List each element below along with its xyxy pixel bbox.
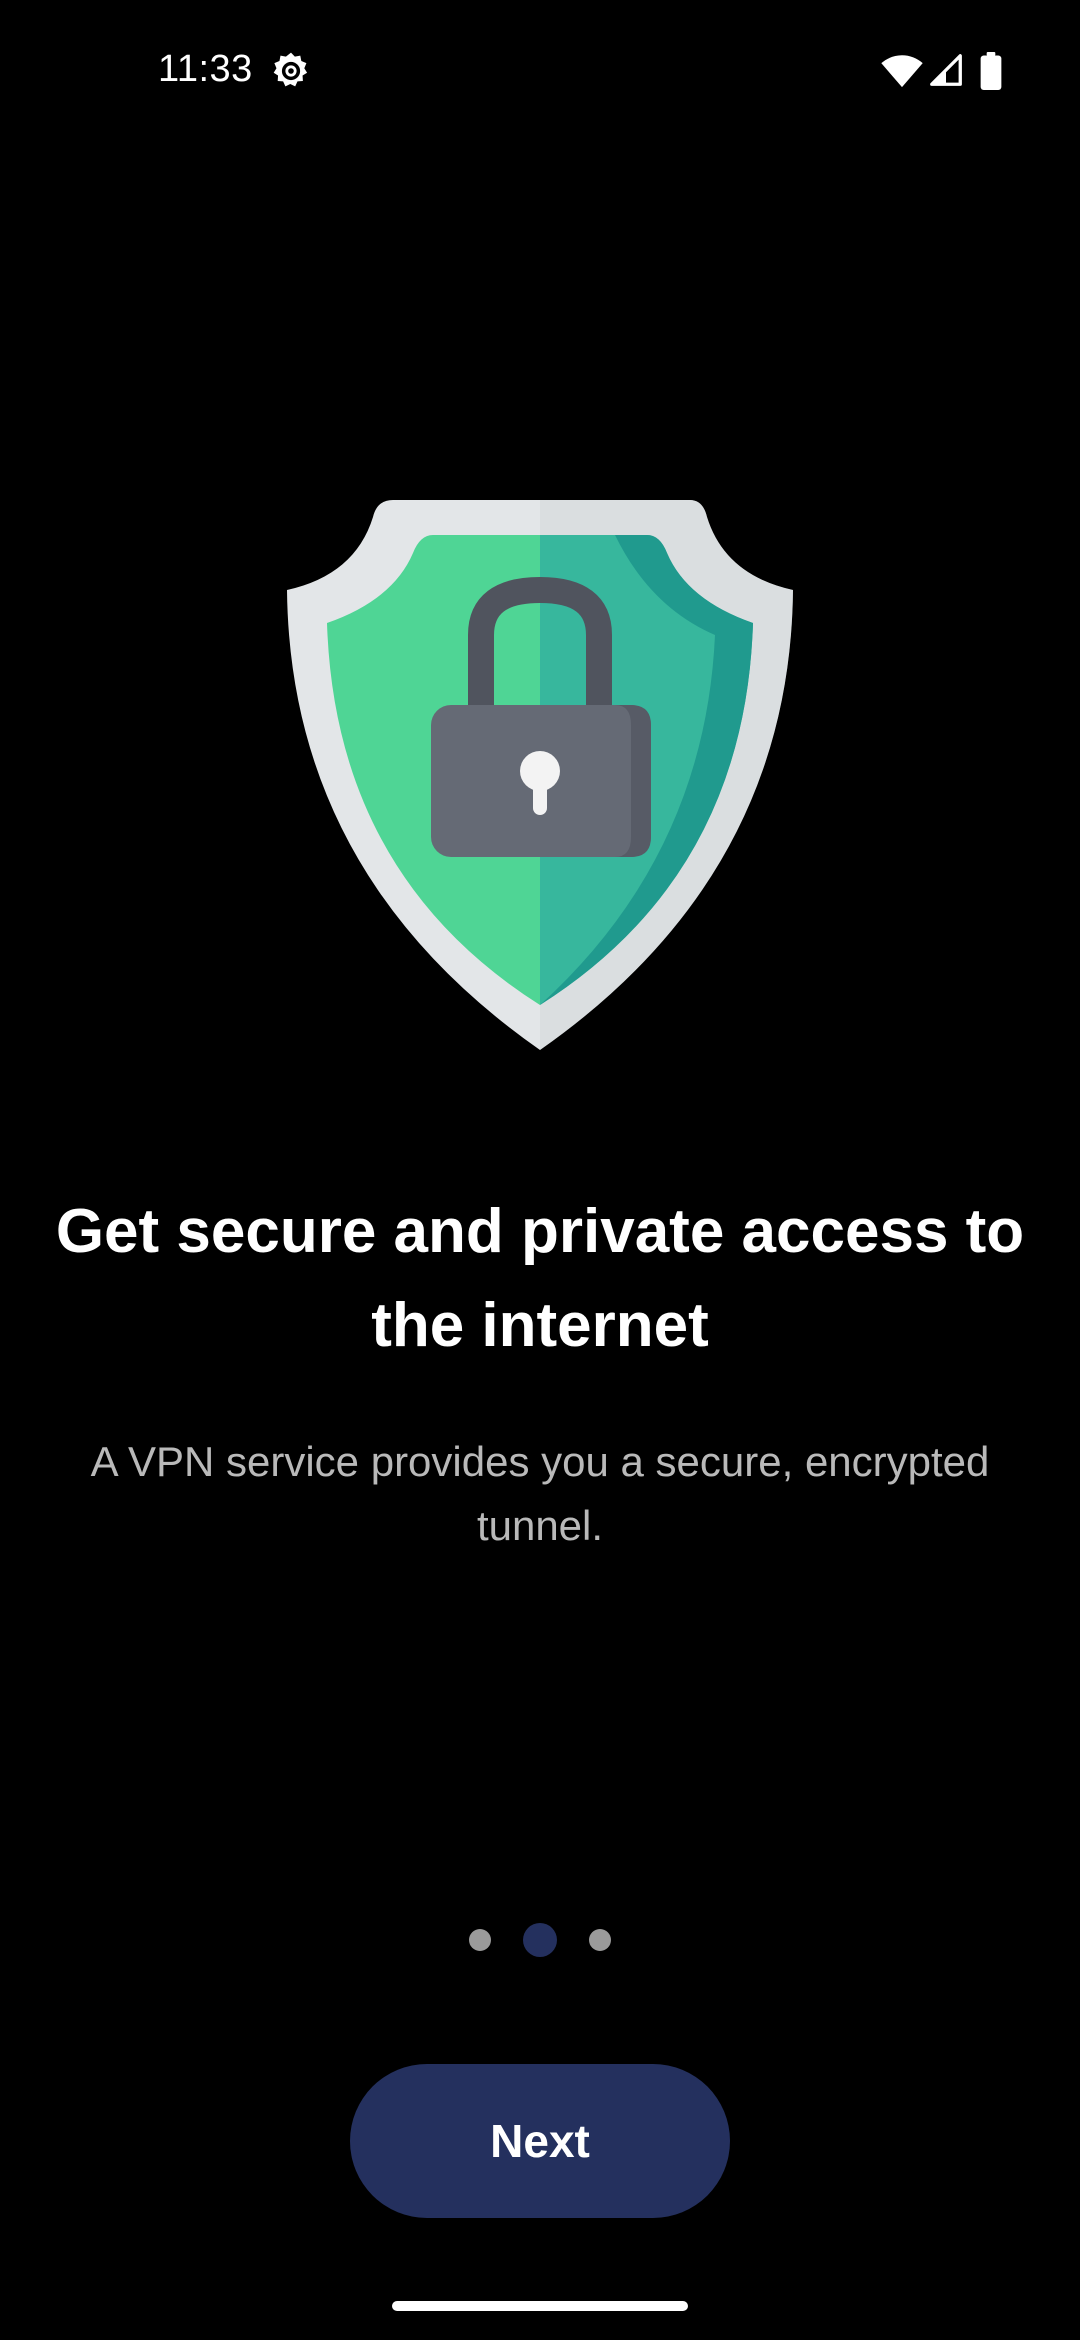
page-dot-2-active[interactable] <box>523 1923 557 1957</box>
status-bar: 11:33 <box>0 0 1080 140</box>
next-button[interactable]: Next <box>350 2064 730 2218</box>
page-dot-3[interactable] <box>589 1929 611 1951</box>
page-dot-1[interactable] <box>469 1929 491 1951</box>
gear-icon <box>273 52 308 87</box>
home-indicator[interactable] <box>392 2301 688 2311</box>
page-indicator <box>0 1920 1080 1960</box>
wifi-icon <box>881 55 923 88</box>
signal-icon <box>930 54 962 86</box>
battery-icon <box>980 52 1002 90</box>
onboarding-subtitle: A VPN service provides you a secure, enc… <box>90 1438 990 1549</box>
shield-lock-icon <box>287 500 793 1050</box>
onboarding-title: Get secure and private access to the int… <box>55 1197 1025 1360</box>
status-time: 11:33 <box>158 48 253 90</box>
